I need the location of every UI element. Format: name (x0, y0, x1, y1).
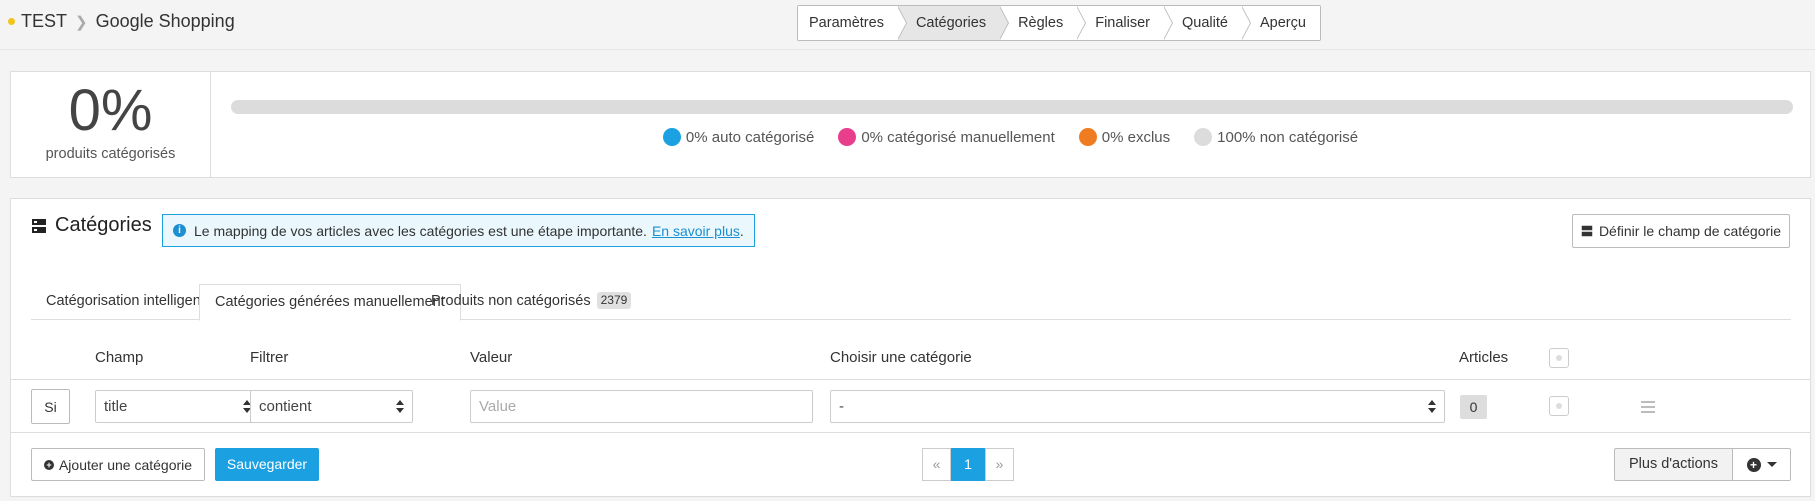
stats-legend: 0% auto catégorisé 0% catégorisé manuell… (11, 128, 1810, 146)
prev-page-button[interactable]: « (922, 448, 951, 481)
info-icon: i (173, 224, 186, 237)
articles-count: 0 (1460, 395, 1487, 419)
define-button-label: Définir le champ de catégorie (1598, 223, 1782, 239)
legend-label: 0% exclus (1101, 128, 1171, 146)
page-1-button[interactable]: 1 (951, 448, 985, 481)
caret-down-icon (1766, 462, 1777, 467)
legend-label: 0% catégorisé manuellement (861, 128, 1055, 146)
breadcrumb-root[interactable]: TEST (21, 11, 67, 32)
step-parametres[interactable]: Paramètres (798, 6, 907, 40)
categorization-stats-panel: 0% produits catégorisés 0% auto catégori… (10, 71, 1811, 178)
sort-caret-icon (396, 400, 404, 414)
select-value: title (104, 398, 128, 415)
legend-item-auto: 0% auto catégorisé (662, 128, 815, 146)
column-header-champ: Champ (95, 349, 144, 366)
step-label: Qualité (1182, 15, 1228, 31)
step-label: Paramètres (809, 15, 884, 31)
divider (11, 379, 1810, 380)
server-icon (32, 218, 46, 233)
plus-circle-icon: + (1746, 457, 1761, 472)
select-value: contient (259, 398, 312, 415)
condition-si-button[interactable]: Si (31, 389, 70, 424)
column-header-articles: Articles (1459, 349, 1509, 366)
step-regles[interactable]: Règles (1000, 6, 1087, 40)
info-banner: i Le mapping de vos articles avec les ca… (162, 214, 755, 247)
filter-select[interactable]: contient (250, 390, 413, 423)
tab-label: Produits non catégorisés (431, 293, 591, 309)
percent-box: 0% produits catégorisés (11, 72, 211, 177)
value-input[interactable] (470, 390, 813, 423)
plus-circle-icon: + (43, 459, 54, 470)
legend-label: 100% non catégorisé (1217, 128, 1359, 146)
next-page-button[interactable]: » (985, 448, 1014, 481)
legend-item-manual: 0% catégorisé manuellement (838, 128, 1055, 146)
server-icon (1581, 225, 1593, 237)
legend-swatch (1194, 128, 1213, 146)
legend-swatch (838, 128, 857, 146)
column-header-categorie: Choisir une catégorie (830, 349, 972, 366)
column-header-valeur: Valeur (470, 349, 513, 366)
percent-label: produits catégorisés (45, 146, 176, 162)
info-text: Le mapping de vos articles avec les caté… (194, 222, 647, 239)
tabs: Catégorisation intelligente Catégories g… (31, 284, 1791, 321)
add-dropdown-button[interactable]: + (1733, 448, 1791, 481)
category-select[interactable]: - (830, 390, 1445, 423)
info-end: . (739, 222, 744, 239)
step-apercu[interactable]: Aperçu (1241, 6, 1320, 40)
more-actions-button[interactable]: Plus d'actions (1614, 448, 1733, 481)
drag-handle-icon[interactable] (1641, 401, 1655, 413)
breadcrumb-current: Google Shopping (95, 11, 235, 31)
step-label: Catégories (915, 15, 987, 31)
page-title: Catégories (55, 214, 152, 236)
row-checkbox[interactable] (1549, 396, 1569, 416)
step-categories[interactable]: Catégories (897, 6, 1010, 40)
categories-panel: Catégories i Le mapping de vos articles … (10, 198, 1811, 497)
more-actions-group: Plus d'actions + (1614, 448, 1791, 481)
add-button-label: Ajouter une catégorie (58, 456, 193, 473)
legend-swatch (662, 128, 681, 146)
top-bar: TEST ❯ Google Shopping Paramètres Catégo… (0, 0, 1815, 50)
categories-header: Catégories (31, 214, 152, 237)
progress-bar (231, 100, 1793, 114)
select-all-checkbox[interactable] (1549, 348, 1569, 368)
wizard-steps: Paramètres Catégories Règles Finaliser Q… (797, 5, 1321, 41)
field-select[interactable]: title (95, 390, 260, 423)
column-header-filtrer: Filtrer (250, 349, 289, 366)
legend-item-uncategorized: 100% non catégorisé (1194, 128, 1358, 146)
divider (11, 432, 1810, 433)
count-badge: 2379 (596, 292, 632, 309)
define-category-field-button[interactable]: Définir le champ de catégorie (1572, 214, 1790, 248)
status-dot-icon (8, 18, 15, 25)
step-label: Aperçu (1259, 15, 1306, 31)
select-value: - (839, 398, 844, 415)
legend-label: 0% auto catégorisé (685, 128, 815, 146)
legend-item-excluded: 0% exclus (1078, 128, 1171, 146)
step-label: Finaliser (1095, 15, 1151, 31)
save-button[interactable]: Sauvegarder (215, 448, 319, 481)
step-finaliser[interactable]: Finaliser (1077, 6, 1174, 40)
add-category-button[interactable]: + Ajouter une catégorie (31, 448, 205, 481)
chevron-right-icon: ❯ (75, 13, 88, 31)
pagination: « 1 » (922, 448, 1014, 481)
learn-more-link[interactable]: En savoir plus (652, 223, 740, 239)
breadcrumb: TEST ❯ Google Shopping (8, 11, 235, 32)
sort-caret-icon (1428, 400, 1436, 414)
step-qualite[interactable]: Qualité (1164, 6, 1251, 40)
step-label: Règles (1018, 15, 1064, 31)
tab-uncategorized[interactable]: Produits non catégorisés 2379 (416, 284, 646, 320)
legend-swatch (1078, 128, 1097, 146)
